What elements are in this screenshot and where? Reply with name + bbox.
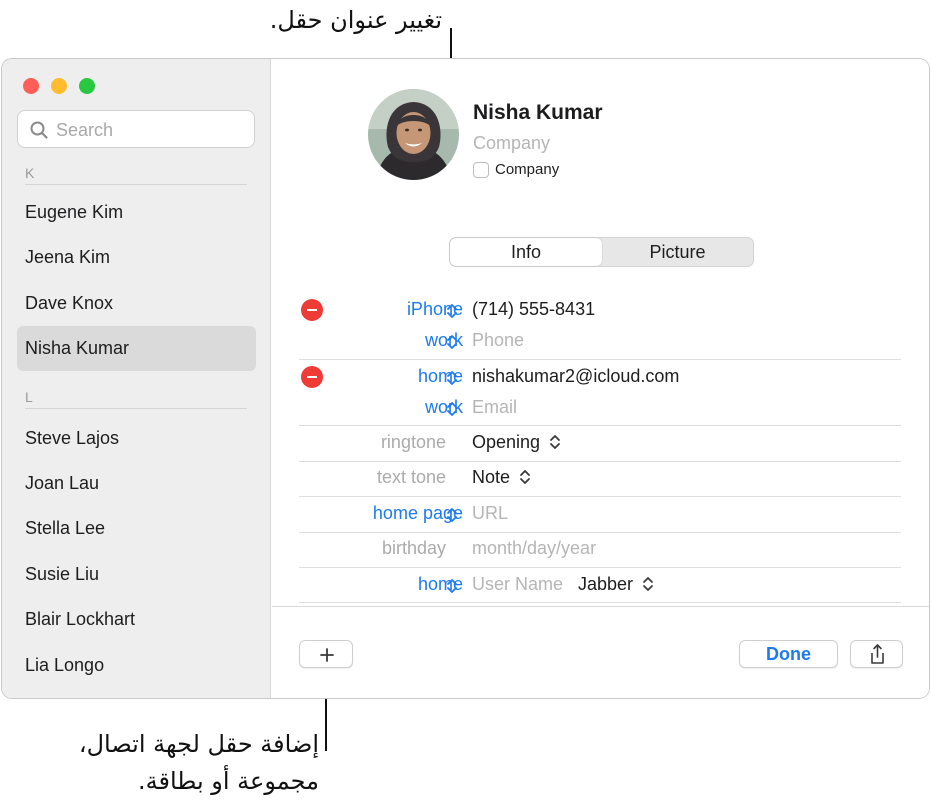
separator [299, 425, 901, 426]
contact-item-jeena-kim[interactable]: Jeena Kim [17, 235, 256, 280]
email-value[interactable]: nishakumar2@icloud.com [472, 366, 679, 387]
info-picture-segmented-control: Info Picture [449, 237, 754, 267]
zoom-window-button[interactable] [79, 78, 95, 94]
share-icon [871, 644, 884, 664]
search-input[interactable] [56, 117, 246, 143]
popup-stepper-icon [643, 577, 653, 591]
contacts-window: K Eugene Kim Jeena Kim Dave Knox Nisha K… [1, 58, 930, 699]
section-header-l: L [25, 389, 247, 409]
email-placeholder[interactable]: Email [472, 397, 517, 418]
plus-icon [320, 648, 334, 662]
instant-message-row: home User Name Jabber [272, 569, 929, 601]
contact-detail-pane: Nisha Kumar Company Company Info Picture… [272, 59, 929, 698]
label-stepper-icon[interactable] [445, 369, 459, 387]
label-stepper-icon[interactable] [445, 333, 459, 351]
separator [299, 602, 901, 603]
sidebar: K Eugene Kim Jeena Kim Dave Knox Nisha K… [2, 59, 271, 698]
close-window-button[interactable] [23, 78, 39, 94]
im-service-popup[interactable]: Jabber [578, 574, 655, 595]
phone-placeholder[interactable]: Phone [472, 330, 524, 351]
contact-item-nisha-kumar[interactable]: Nisha Kumar [17, 326, 256, 371]
tab-picture[interactable]: Picture [602, 238, 753, 266]
separator [299, 567, 901, 568]
remove-phone-button[interactable] [301, 299, 323, 321]
im-service-value: Jabber [578, 574, 634, 594]
ringtone-label: ringtone [380, 432, 446, 452]
text-tone-label: text tone [376, 467, 446, 487]
contact-avatar[interactable] [368, 89, 459, 180]
email-row-2: work Email [272, 392, 929, 424]
text-tone-row: text tone Note [272, 462, 929, 494]
contact-item-stella-lee[interactable]: Stella Lee [17, 506, 256, 551]
label-stepper-icon[interactable] [445, 302, 459, 320]
tab-info[interactable]: Info [450, 238, 602, 266]
contact-item-blair-lockhart[interactable]: Blair Lockhart [17, 597, 256, 642]
contact-item-joan-lau[interactable]: Joan Lau [17, 461, 256, 506]
text-tone-value: Note [472, 467, 511, 487]
person-photo-icon [368, 89, 459, 180]
remove-email-button[interactable] [301, 366, 323, 388]
popup-stepper-icon [550, 435, 560, 449]
label-stepper-icon[interactable] [445, 400, 459, 418]
ringtone-row: ringtone Opening [272, 427, 929, 459]
birthday-row: birthday month/day/year [272, 533, 929, 565]
phone-row-1: iPhone (714) 555-8431 [272, 294, 929, 326]
search-field[interactable] [17, 110, 255, 148]
phone-row-2: work Phone [272, 325, 929, 357]
birthday-placeholder[interactable]: month/day/year [472, 538, 596, 559]
fields-list: iPhone (714) 555-8431 work Phone home ni… [272, 289, 929, 609]
contact-item-dave-knox[interactable]: Dave Knox [17, 281, 256, 326]
contact-item-eugene-kim[interactable]: Eugene Kim [17, 190, 256, 235]
callout-change-field-label: تغيير عنوان حقل. [269, 6, 442, 34]
minimize-window-button[interactable] [51, 78, 67, 94]
share-button[interactable] [850, 640, 903, 668]
callout-add-field-line1: إضافة حقل لجهة اتصال، [78, 730, 319, 758]
contact-name[interactable]: Nisha Kumar [473, 101, 603, 125]
label-stepper-icon[interactable] [445, 577, 459, 595]
section-header-k: K [25, 165, 247, 185]
text-tone-popup[interactable]: Note [472, 467, 532, 488]
company-checkbox[interactable] [473, 162, 489, 178]
user-name-placeholder[interactable]: User Name [472, 574, 563, 595]
contact-item-lia-longo[interactable]: Lia Longo [17, 643, 256, 688]
separator [299, 359, 901, 360]
phone-value[interactable]: (714) 555-8431 [472, 299, 595, 320]
home-page-row: home page URL [272, 498, 929, 530]
company-field[interactable]: Company [473, 133, 550, 154]
separator [299, 496, 901, 497]
contact-item-steve-lajos[interactable]: Steve Lajos [17, 416, 256, 461]
done-button[interactable]: Done [739, 640, 838, 668]
callout-add-field-line2: مجموعة أو بطاقة. [138, 767, 319, 795]
label-stepper-icon[interactable] [445, 506, 459, 524]
url-placeholder[interactable]: URL [472, 503, 508, 524]
ringtone-popup[interactable]: Opening [472, 432, 562, 453]
email-row-1: home nishakumar2@icloud.com [272, 361, 929, 393]
bottom-toolbar: Done [272, 606, 929, 698]
popup-stepper-icon [520, 470, 530, 484]
birthday-label: birthday [381, 538, 446, 558]
company-checkbox-label: Company [495, 161, 560, 178]
contact-item-susie-liu[interactable]: Susie Liu [17, 552, 256, 597]
add-field-button[interactable] [299, 640, 353, 668]
ringtone-value: Opening [472, 432, 541, 452]
search-icon [30, 121, 48, 139]
